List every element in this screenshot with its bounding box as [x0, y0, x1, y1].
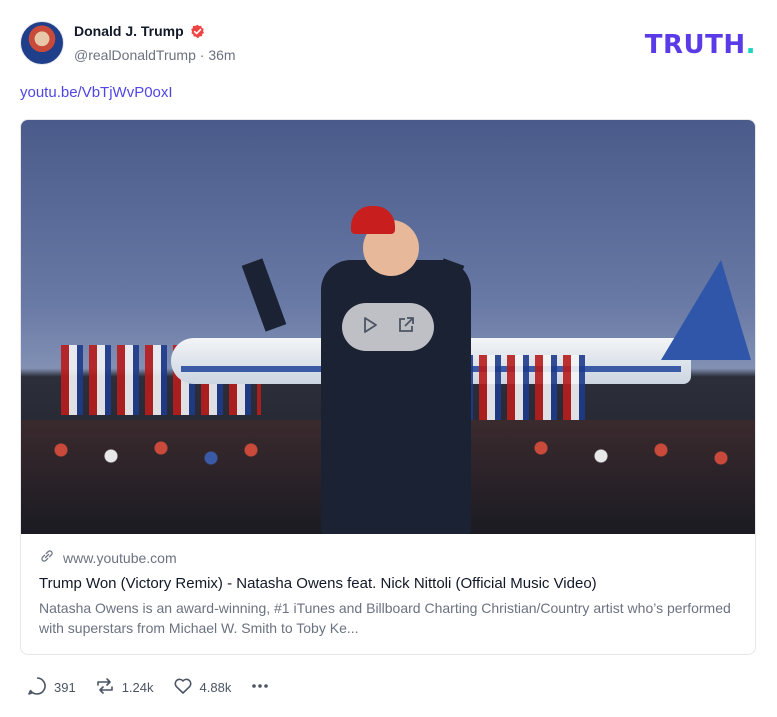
author-handle[interactable]: @realDonaldTrump [74, 47, 196, 63]
card-title[interactable]: Trump Won (Victory Remix) - Natasha Owen… [39, 575, 737, 592]
truth-logo[interactable]: TRUTH. [645, 30, 756, 60]
avatar[interactable] [20, 21, 64, 65]
logo-text: TRUTH [644, 30, 746, 60]
author-name[interactable]: Donald J. Trump [74, 23, 184, 39]
retruth-count: 1.24k [121, 680, 154, 695]
separator: · [199, 47, 205, 63]
card-description: Natasha Owens is an award-winning, #1 iT… [39, 600, 731, 636]
link-preview-card[interactable]: www.youtube.com Trump Won (Victory Remix… [20, 119, 756, 655]
card-meta: www.youtube.com Trump Won (Victory Remix… [21, 534, 755, 638]
post-time[interactable]: 36m [208, 47, 235, 63]
more-icon [249, 675, 271, 700]
link-icon [39, 548, 55, 567]
like-count: 4.88k [199, 680, 232, 695]
post-actions: 391 1.24k 4.88k [26, 675, 271, 700]
person-hat [351, 206, 395, 234]
reply-icon [26, 675, 48, 700]
reply-count: 391 [54, 680, 76, 695]
like-icon [172, 675, 194, 700]
external-link-icon[interactable] [396, 315, 416, 340]
person-coat [321, 260, 471, 534]
verified-badge-icon [190, 24, 205, 39]
card-domain: www.youtube.com [63, 549, 177, 566]
video-controls [342, 303, 434, 351]
reply-button[interactable]: 391 [26, 675, 76, 700]
logo-dot: . [745, 30, 756, 60]
airplane-tail [661, 260, 751, 360]
retruth-icon [94, 675, 116, 700]
handle-row: @realDonaldTrump · 36m [74, 47, 236, 63]
like-button[interactable]: 4.88k [172, 675, 232, 700]
person-arm-left [241, 258, 287, 332]
play-icon[interactable] [360, 315, 380, 340]
more-button[interactable] [249, 675, 271, 700]
author-row: Donald J. Trump [74, 23, 205, 39]
flags-right [451, 355, 591, 425]
retruth-button[interactable]: 1.24k [94, 675, 154, 700]
video-thumbnail[interactable] [21, 120, 755, 534]
card-domain-row: www.youtube.com [39, 548, 737, 567]
post-link[interactable]: youtu.be/VbTjWvP0oxI [20, 84, 173, 101]
